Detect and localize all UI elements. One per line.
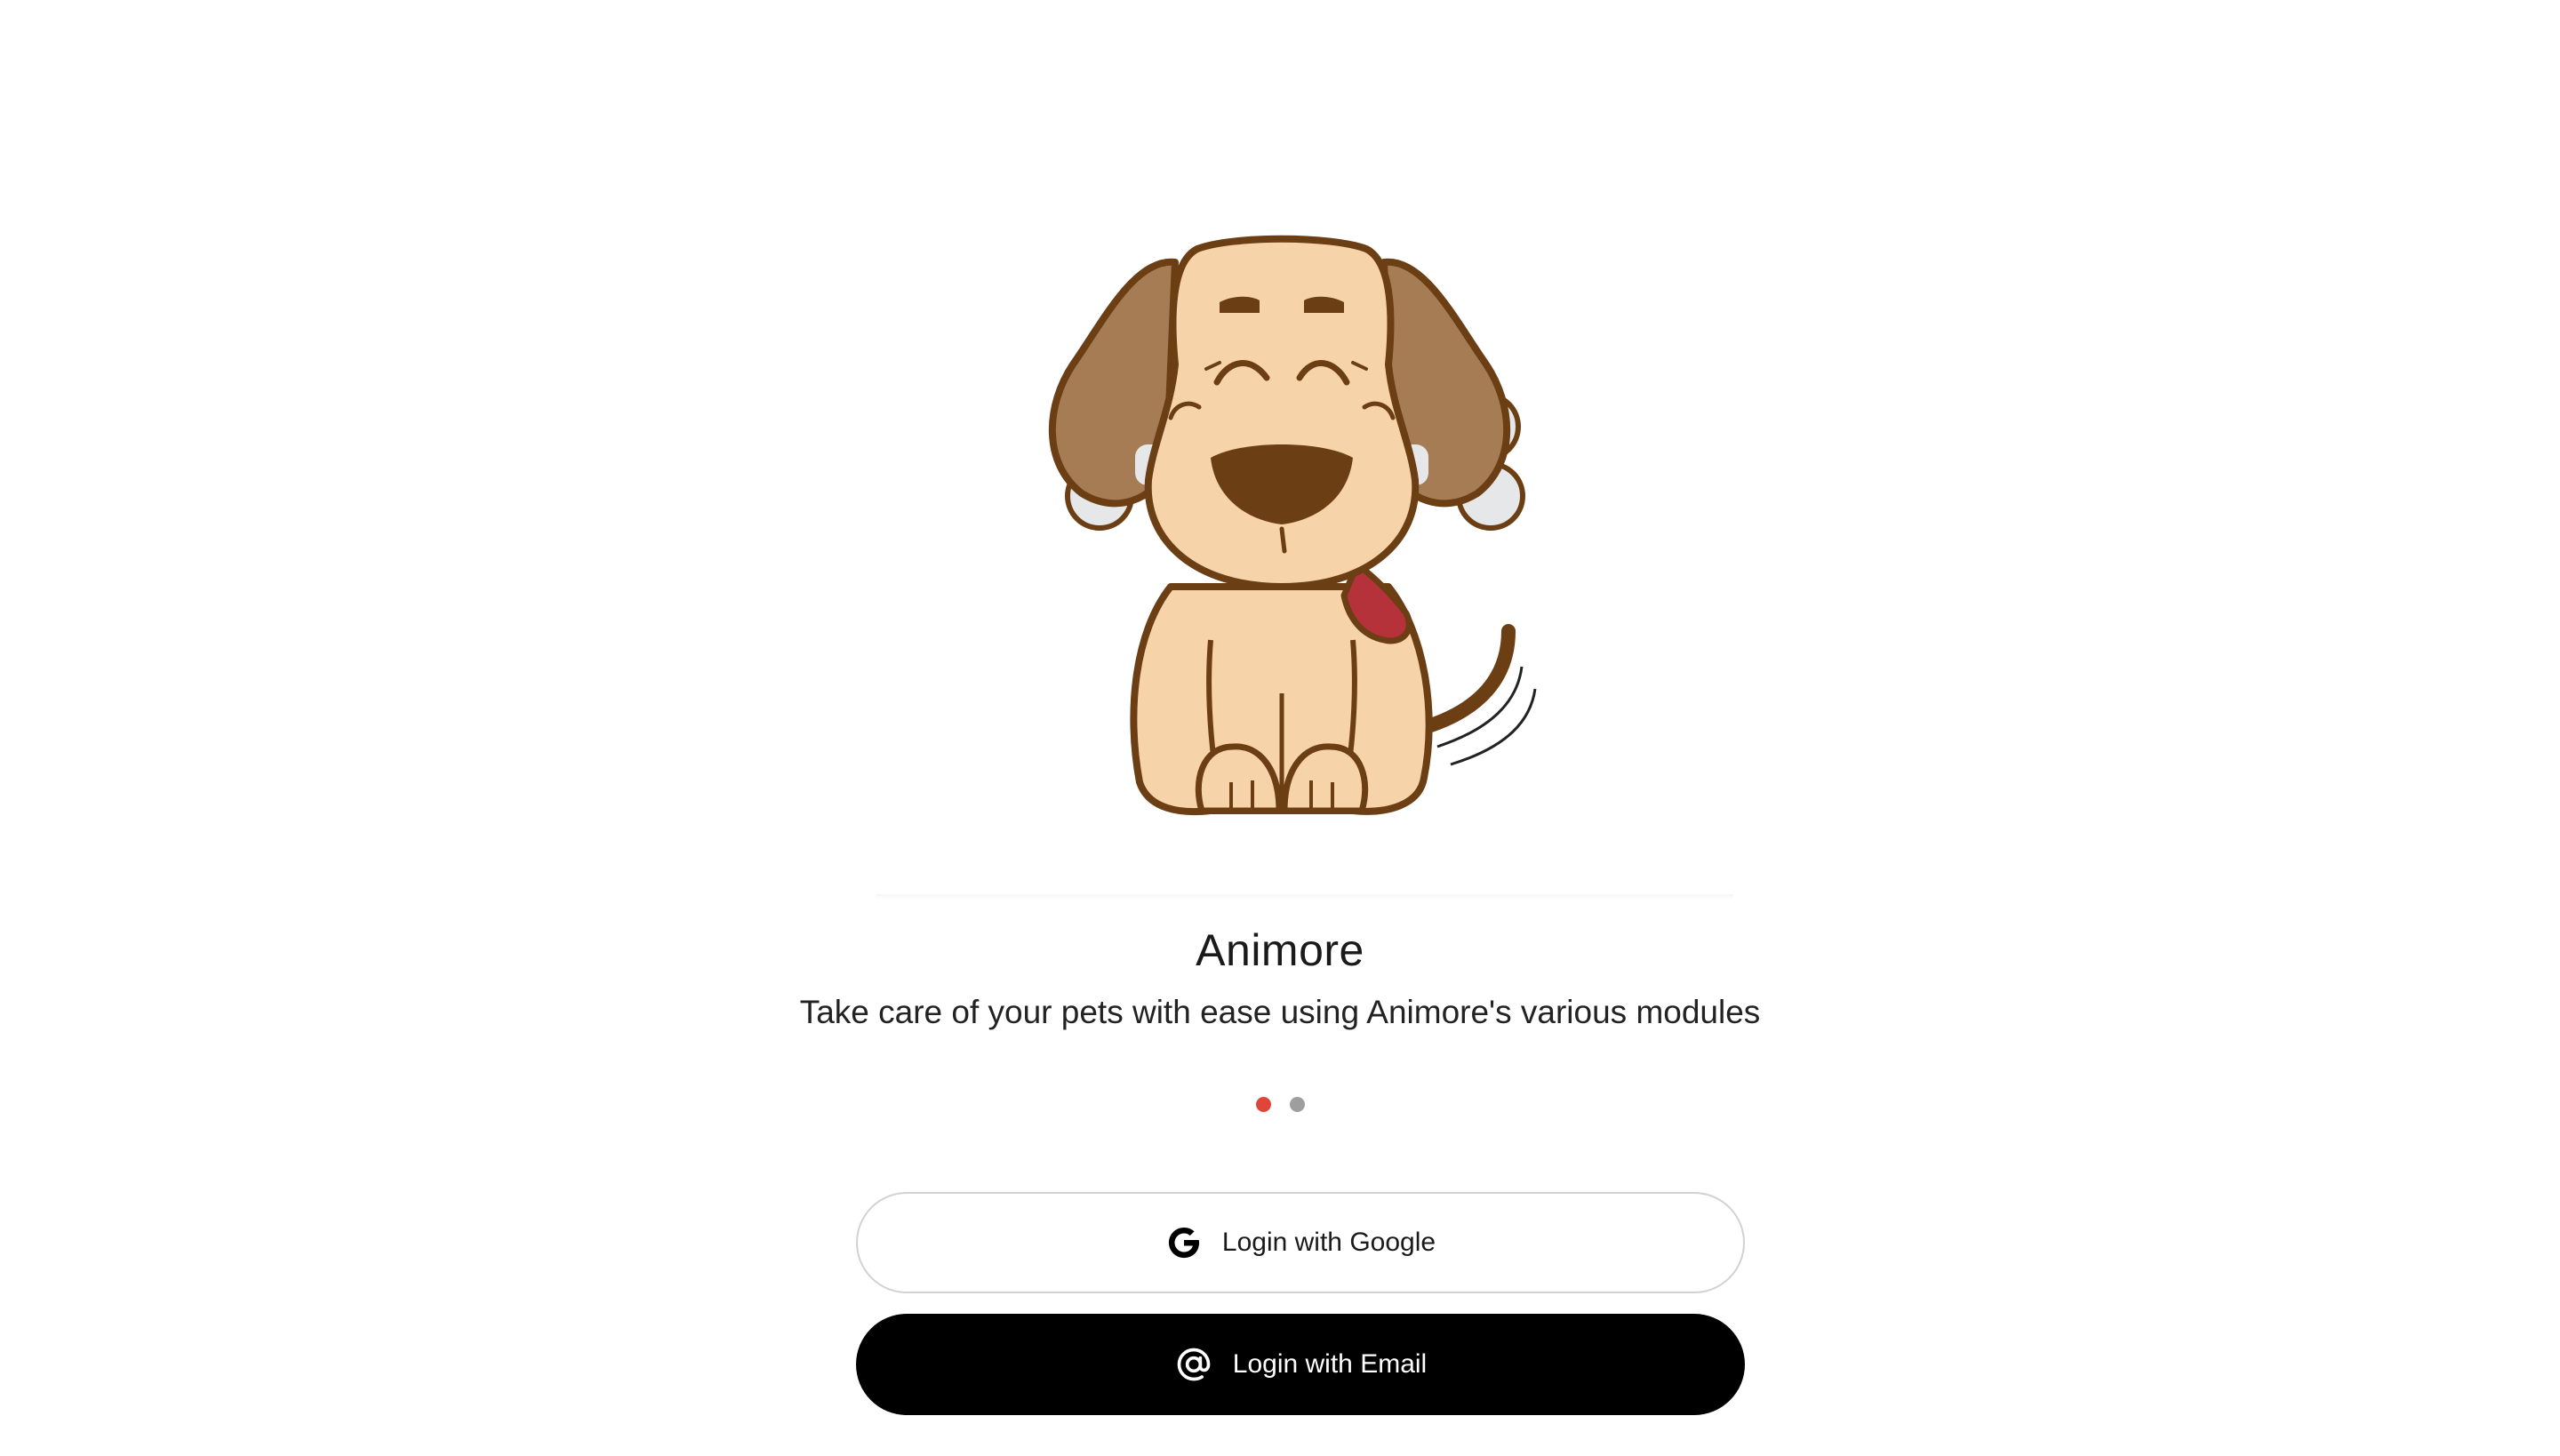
login-with-email-button[interactable]: Login with Email — [856, 1314, 1745, 1415]
illustration-divider — [876, 894, 1733, 900]
carousel-dot-inactive[interactable] — [1289, 1097, 1305, 1112]
carousel-indicator — [0, 1097, 2560, 1112]
carousel-dot-active[interactable] — [1255, 1097, 1271, 1112]
hero-illustration — [868, 213, 1740, 898]
login-with-google-button[interactable]: Login with Google — [856, 1192, 1745, 1293]
onboarding-screen: Animore Take care of your pets with ease… — [0, 0, 2560, 1456]
happy-dog-illustration — [1048, 235, 1537, 816]
email-button-label: Login with Email — [1232, 1349, 1428, 1379]
app-subtitle: Take care of your pets with ease using A… — [799, 994, 1761, 1030]
app-title: Animore — [1196, 925, 1364, 975]
google-button-label: Login with Google — [1221, 1228, 1436, 1257]
google-g-icon — [1165, 1224, 1203, 1261]
at-sign-icon — [1174, 1345, 1213, 1384]
